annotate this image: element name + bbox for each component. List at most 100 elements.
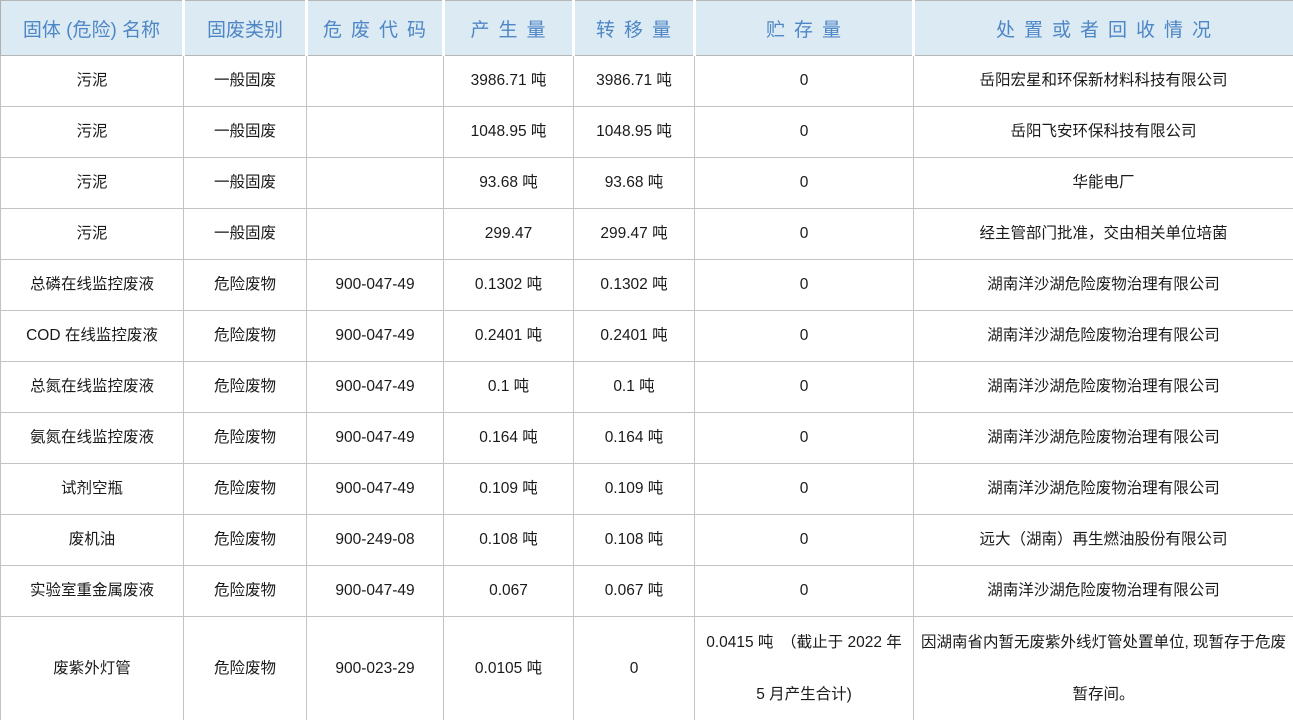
- table-row: 总氮在线监控废液 危险废物 900-047-49 0.1 吨 0.1 吨 0 湖…: [1, 362, 1293, 413]
- header-hazard-code: 危废代码: [307, 1, 444, 56]
- table-row: 废机油 危险废物 900-249-08 0.108 吨 0.108 吨 0 远大…: [1, 515, 1293, 566]
- cell-solid-name: 污泥: [1, 209, 184, 260]
- table-row: 污泥 一般固废 3986.71 吨 3986.71 吨 0 岳阳宏星和环保新材料…: [1, 56, 1293, 107]
- cell-hazard-code: 900-249-08: [307, 515, 444, 566]
- table-row: 废紫外灯管 危险废物 900-023-29 0.0105 吨 0 0.0415 …: [1, 617, 1293, 720]
- cell-disposal-info: 岳阳宏星和环保新材料科技有限公司: [914, 56, 1293, 107]
- header-produced: 产生量: [444, 1, 574, 56]
- cell-solid-name: 废紫外灯管: [1, 617, 184, 720]
- cell-category: 危险废物: [184, 566, 307, 617]
- cell-produced-amount: 0.109 吨: [444, 464, 574, 515]
- cell-produced-amount: 0.0105 吨: [444, 617, 574, 720]
- cell-produced-amount: 299.47: [444, 209, 574, 260]
- cell-solid-name: 试剂空瓶: [1, 464, 184, 515]
- cell-transferred-amount: 0.1 吨: [574, 362, 695, 413]
- cell-stored-amount: 0: [695, 566, 914, 617]
- cell-disposal-info: 湖南洋沙湖危险废物治理有限公司: [914, 566, 1293, 617]
- cell-stored-amount: 0: [695, 260, 914, 311]
- table-row: 污泥 一般固废 299.47 299.47 吨 0 经主管部门批准，交由相关单位…: [1, 209, 1293, 260]
- cell-category: 危险废物: [184, 311, 307, 362]
- cell-hazard-code: 900-047-49: [307, 413, 444, 464]
- cell-transferred-amount: 0.067 吨: [574, 566, 695, 617]
- table-row: 氨氮在线监控废液 危险废物 900-047-49 0.164 吨 0.164 吨…: [1, 413, 1293, 464]
- cell-produced-amount: 0.2401 吨: [444, 311, 574, 362]
- waste-report-page: 固体 (危险) 名称 固废类别 危废代码 产生量 转移量 贮存量 处置或者回收情…: [0, 0, 1293, 720]
- cell-stored-amount: 0: [695, 56, 914, 107]
- cell-produced-amount: 3986.71 吨: [444, 56, 574, 107]
- cell-disposal-info: 湖南洋沙湖危险废物治理有限公司: [914, 413, 1293, 464]
- cell-disposal-info: 经主管部门批准，交由相关单位培菌: [914, 209, 1293, 260]
- cell-solid-name: 污泥: [1, 158, 184, 209]
- cell-hazard-code: [307, 209, 444, 260]
- cell-stored-amount: 0: [695, 413, 914, 464]
- cell-disposal-info: 湖南洋沙湖危险废物治理有限公司: [914, 311, 1293, 362]
- cell-transferred-amount: 299.47 吨: [574, 209, 695, 260]
- table-row: COD 在线监控废液 危险废物 900-047-49 0.2401 吨 0.24…: [1, 311, 1293, 362]
- header-category: 固废类别: [184, 1, 307, 56]
- table-row: 污泥 一般固废 93.68 吨 93.68 吨 0 华能电厂: [1, 158, 1293, 209]
- cell-disposal-info: 湖南洋沙湖危险废物治理有限公司: [914, 464, 1293, 515]
- cell-transferred-amount: 0.2401 吨: [574, 311, 695, 362]
- cell-solid-name: 氨氮在线监控废液: [1, 413, 184, 464]
- cell-stored-amount: 0: [695, 515, 914, 566]
- cell-category: 危险废物: [184, 617, 307, 720]
- cell-produced-amount: 93.68 吨: [444, 158, 574, 209]
- table-row: 实验室重金属废液 危险废物 900-047-49 0.067 0.067 吨 0…: [1, 566, 1293, 617]
- cell-stored-amount: 0: [695, 362, 914, 413]
- cell-hazard-code: [307, 107, 444, 158]
- cell-category: 危险废物: [184, 515, 307, 566]
- cell-transferred-amount: 3986.71 吨: [574, 56, 695, 107]
- cell-disposal-info: 华能电厂: [914, 158, 1293, 209]
- cell-hazard-code: 900-023-29: [307, 617, 444, 720]
- header-stored: 贮存量: [695, 1, 914, 56]
- cell-produced-amount: 1048.95 吨: [444, 107, 574, 158]
- cell-category: 一般固废: [184, 158, 307, 209]
- header-transferred: 转移量: [574, 1, 695, 56]
- cell-transferred-amount: 93.68 吨: [574, 158, 695, 209]
- waste-table: 固体 (危险) 名称 固废类别 危废代码 产生量 转移量 贮存量 处置或者回收情…: [0, 0, 1293, 720]
- cell-stored-amount: 0: [695, 464, 914, 515]
- cell-disposal-info: 湖南洋沙湖危险废物治理有限公司: [914, 260, 1293, 311]
- cell-hazard-code: 900-047-49: [307, 362, 444, 413]
- cell-disposal-info: 岳阳飞安环保科技有限公司: [914, 107, 1293, 158]
- cell-solid-name: 废机油: [1, 515, 184, 566]
- cell-hazard-code: [307, 158, 444, 209]
- cell-produced-amount: 0.1302 吨: [444, 260, 574, 311]
- cell-hazard-code: 900-047-49: [307, 464, 444, 515]
- cell-hazard-code: [307, 56, 444, 107]
- cell-category: 一般固废: [184, 107, 307, 158]
- cell-category: 危险废物: [184, 260, 307, 311]
- cell-solid-name: 总氮在线监控废液: [1, 362, 184, 413]
- cell-stored-amount: 0: [695, 158, 914, 209]
- cell-stored-amount: 0: [695, 311, 914, 362]
- cell-solid-name: 实验室重金属废液: [1, 566, 184, 617]
- cell-transferred-amount: 0.109 吨: [574, 464, 695, 515]
- cell-disposal-info: 湖南洋沙湖危险废物治理有限公司: [914, 362, 1293, 413]
- cell-solid-name: COD 在线监控废液: [1, 311, 184, 362]
- cell-hazard-code: 900-047-49: [307, 566, 444, 617]
- cell-disposal-info: 因湖南省内暂无废紫外线灯管处置单位, 现暂存于危废暂存间。: [914, 617, 1293, 720]
- cell-disposal-info: 远大（湖南）再生燃油股份有限公司: [914, 515, 1293, 566]
- cell-produced-amount: 0.108 吨: [444, 515, 574, 566]
- cell-solid-name: 总磷在线监控废液: [1, 260, 184, 311]
- cell-stored-amount: 0: [695, 107, 914, 158]
- cell-produced-amount: 0.067: [444, 566, 574, 617]
- cell-produced-amount: 0.1 吨: [444, 362, 574, 413]
- cell-transferred-amount: 0.164 吨: [574, 413, 695, 464]
- header-disposal: 处置或者回收情况: [914, 1, 1293, 56]
- cell-hazard-code: 900-047-49: [307, 260, 444, 311]
- cell-category: 危险废物: [184, 413, 307, 464]
- cell-solid-name: 污泥: [1, 56, 184, 107]
- header-row: 固体 (危险) 名称 固废类别 危废代码 产生量 转移量 贮存量 处置或者回收情…: [1, 1, 1293, 56]
- cell-category: 一般固废: [184, 209, 307, 260]
- table-row: 试剂空瓶 危险废物 900-047-49 0.109 吨 0.109 吨 0 湖…: [1, 464, 1293, 515]
- cell-category: 危险废物: [184, 464, 307, 515]
- cell-transferred-amount: 0: [574, 617, 695, 720]
- table-row: 总磷在线监控废液 危险废物 900-047-49 0.1302 吨 0.1302…: [1, 260, 1293, 311]
- cell-solid-name: 污泥: [1, 107, 184, 158]
- cell-hazard-code: 900-047-49: [307, 311, 444, 362]
- cell-produced-amount: 0.164 吨: [444, 413, 574, 464]
- cell-transferred-amount: 1048.95 吨: [574, 107, 695, 158]
- cell-transferred-amount: 0.108 吨: [574, 515, 695, 566]
- cell-stored-amount: 0.0415 吨 （截止于 2022 年 5 月产生合计): [695, 617, 914, 720]
